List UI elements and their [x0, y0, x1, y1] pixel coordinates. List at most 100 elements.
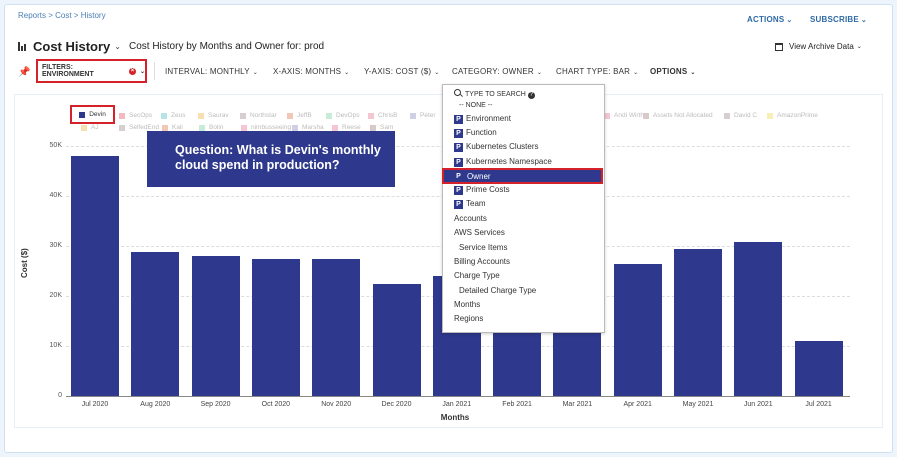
help-icon[interactable]: ?: [527, 92, 535, 99]
legend-item[interactable]: Reese: [332, 124, 361, 131]
x-tick-label: Jul 2021: [805, 401, 832, 408]
bar[interactable]: [794, 341, 843, 396]
y-tick-label: 10K: [49, 342, 62, 349]
subscribe-button[interactable]: SUBSCRIBE ⌄: [810, 15, 867, 24]
dropdown-option[interactable]: Months: [454, 300, 480, 309]
actions-button[interactable]: ACTIONS ⌄: [747, 15, 792, 24]
remove-filter-icon[interactable]: ×: [129, 67, 136, 75]
bar[interactable]: [674, 248, 722, 396]
dropdown-option[interactable]: P Kubernetes Namespace: [454, 157, 552, 167]
bar[interactable]: [131, 252, 180, 396]
legend-item[interactable]: AJ: [81, 124, 99, 131]
search-icon: [454, 89, 461, 96]
legend-item[interactable]: Saurav: [198, 112, 229, 119]
dropdown-option-selected[interactable]: P Owner: [442, 168, 603, 184]
category-dropdown[interactable]: CATEGORY: OWNER ⌄: [452, 67, 542, 76]
dropdown-option[interactable]: Detailed Charge Type: [459, 286, 536, 295]
x-tick-label: Jul 2020: [81, 401, 109, 408]
legend-item[interactable]: DevOps: [326, 112, 359, 119]
y-tick-label: 50K: [49, 142, 62, 149]
chevron-down-icon: ⌄: [856, 44, 862, 50]
interval-label: INTERVAL:: [165, 67, 208, 76]
dropdown-option[interactable]: Billing Accounts: [454, 257, 510, 266]
legend-item[interactable]: SelfedEnd: [119, 124, 159, 131]
pin-icon[interactable]: 📌: [18, 67, 30, 78]
legend-item[interactable]: Zeus: [161, 112, 185, 119]
xaxis-dropdown[interactable]: X-AXIS: MONTHS ⌄: [273, 67, 349, 76]
x-tick-label: Jun 2021: [743, 401, 773, 408]
chevron-down-icon: ⌄: [252, 70, 258, 76]
y-tick-label: 40K: [49, 192, 62, 199]
x-tick-label: Sep 2020: [200, 401, 231, 408]
bar[interactable]: [251, 259, 300, 396]
bar-chart-icon: [18, 42, 28, 51]
legend-item[interactable]: Kali: [162, 124, 183, 131]
legend-item[interactable]: Bolin: [199, 124, 223, 131]
interval-dropdown[interactable]: INTERVAL: MONTHLY ⌄: [165, 67, 258, 76]
chevron-down-icon: ⌄: [139, 68, 145, 75]
p-badge-icon: P: [454, 157, 463, 167]
category-value: OWNER: [502, 67, 534, 76]
dropdown-option[interactable]: P Function: [454, 128, 497, 139]
legend-item[interactable]: Northstar: [240, 112, 277, 119]
filter-environment-chip[interactable]: FILTERS: ENVIRONMENT × ⌄: [36, 59, 147, 83]
dropdown-option[interactable]: P Environment: [454, 114, 511, 124]
legend-devin-highlight[interactable]: Devin: [70, 105, 115, 124]
toolbar-divider: [154, 62, 155, 80]
chart-type-dropdown[interactable]: CHART TYPE: BAR ⌄: [556, 67, 638, 76]
bar[interactable]: [613, 263, 662, 396]
page-title[interactable]: Cost History: [33, 39, 110, 54]
dropdown-option[interactable]: AWS Services: [454, 228, 505, 237]
legend-item[interactable]: JeffB: [287, 112, 312, 119]
chart-type-value: BAR: [613, 67, 631, 76]
dropdown-option[interactable]: Accounts: [454, 214, 487, 223]
bar[interactable]: [372, 283, 421, 396]
bar[interactable]: [734, 241, 783, 396]
chevron-down-icon: ⌄: [690, 70, 696, 76]
options-dropdown[interactable]: OPTIONS ⌄: [650, 67, 696, 76]
view-archive-button[interactable]: View Archive Data ⌄: [775, 42, 862, 51]
dropdown-option[interactable]: P Team: [454, 199, 486, 210]
x-tick-label: Apr 2021: [623, 401, 652, 408]
dropdown-option[interactable]: Regions: [454, 314, 483, 323]
yaxis-dropdown[interactable]: Y-AXIS: COST ($) ⌄: [364, 67, 439, 76]
dropdown-option[interactable]: Service Items: [459, 243, 507, 252]
y-axis-label: Cost ($): [20, 248, 29, 278]
x-tick-label: Oct 2020: [261, 401, 291, 408]
options-label: OPTIONS: [650, 67, 688, 76]
breadcrumb[interactable]: Reports > Cost > History: [18, 11, 106, 20]
dropdown-search[interactable]: TYPE TO SEARCH?: [454, 89, 535, 99]
legend-item[interactable]: Andi Wirth: [604, 112, 644, 119]
bar[interactable]: [71, 156, 119, 396]
dropdown-option[interactable]: P Kubernetes Clusters: [454, 142, 538, 153]
dropdown-option-none[interactable]: -- NONE --: [459, 102, 492, 109]
p-badge-icon: P: [454, 143, 463, 153]
legend-item[interactable]: David C: [724, 112, 757, 119]
p-badge-icon: P: [454, 186, 463, 195]
category-label: CATEGORY:: [452, 67, 500, 76]
chevron-down-icon[interactable]: ⌄: [114, 42, 121, 51]
dropdown-option[interactable]: Charge Type: [454, 271, 500, 280]
legend-item[interactable]: Peter: [410, 112, 436, 119]
bar[interactable]: [191, 255, 240, 396]
legend-item[interactable]: AmazonPrime: [767, 112, 818, 119]
category-dropdown-menu[interactable]: TYPE TO SEARCH? -- NONE -- P Environment P…: [442, 84, 605, 333]
p-badge-icon: P: [454, 129, 463, 139]
legend-item[interactable]: ChrisB: [368, 112, 398, 119]
y-tick-label: 0: [58, 392, 62, 399]
bar[interactable]: [312, 259, 361, 396]
yaxis-label: Y-AXIS:: [364, 67, 394, 76]
x-tick-label: Mar 2021: [562, 401, 593, 408]
option-label: Function: [466, 128, 497, 138]
legend-item[interactable]: Assets Not Allocated: [643, 112, 713, 119]
option-label: Owner: [467, 172, 491, 181]
search-placeholder: TYPE TO SEARCH: [465, 91, 526, 98]
legend-item[interactable]: SecOps: [119, 112, 152, 119]
legend-item[interactable]: Marsha: [292, 124, 324, 131]
legend-item[interactable]: nimbusseeing: [241, 124, 291, 131]
chevron-down-icon: ⌄: [536, 70, 543, 76]
dropdown-option[interactable]: P Prime Costs: [454, 185, 510, 195]
subscribe-label: SUBSCRIBE: [810, 15, 859, 24]
chevron-down-icon: ⌄: [434, 70, 440, 76]
legend-item[interactable]: Sam: [370, 124, 393, 131]
